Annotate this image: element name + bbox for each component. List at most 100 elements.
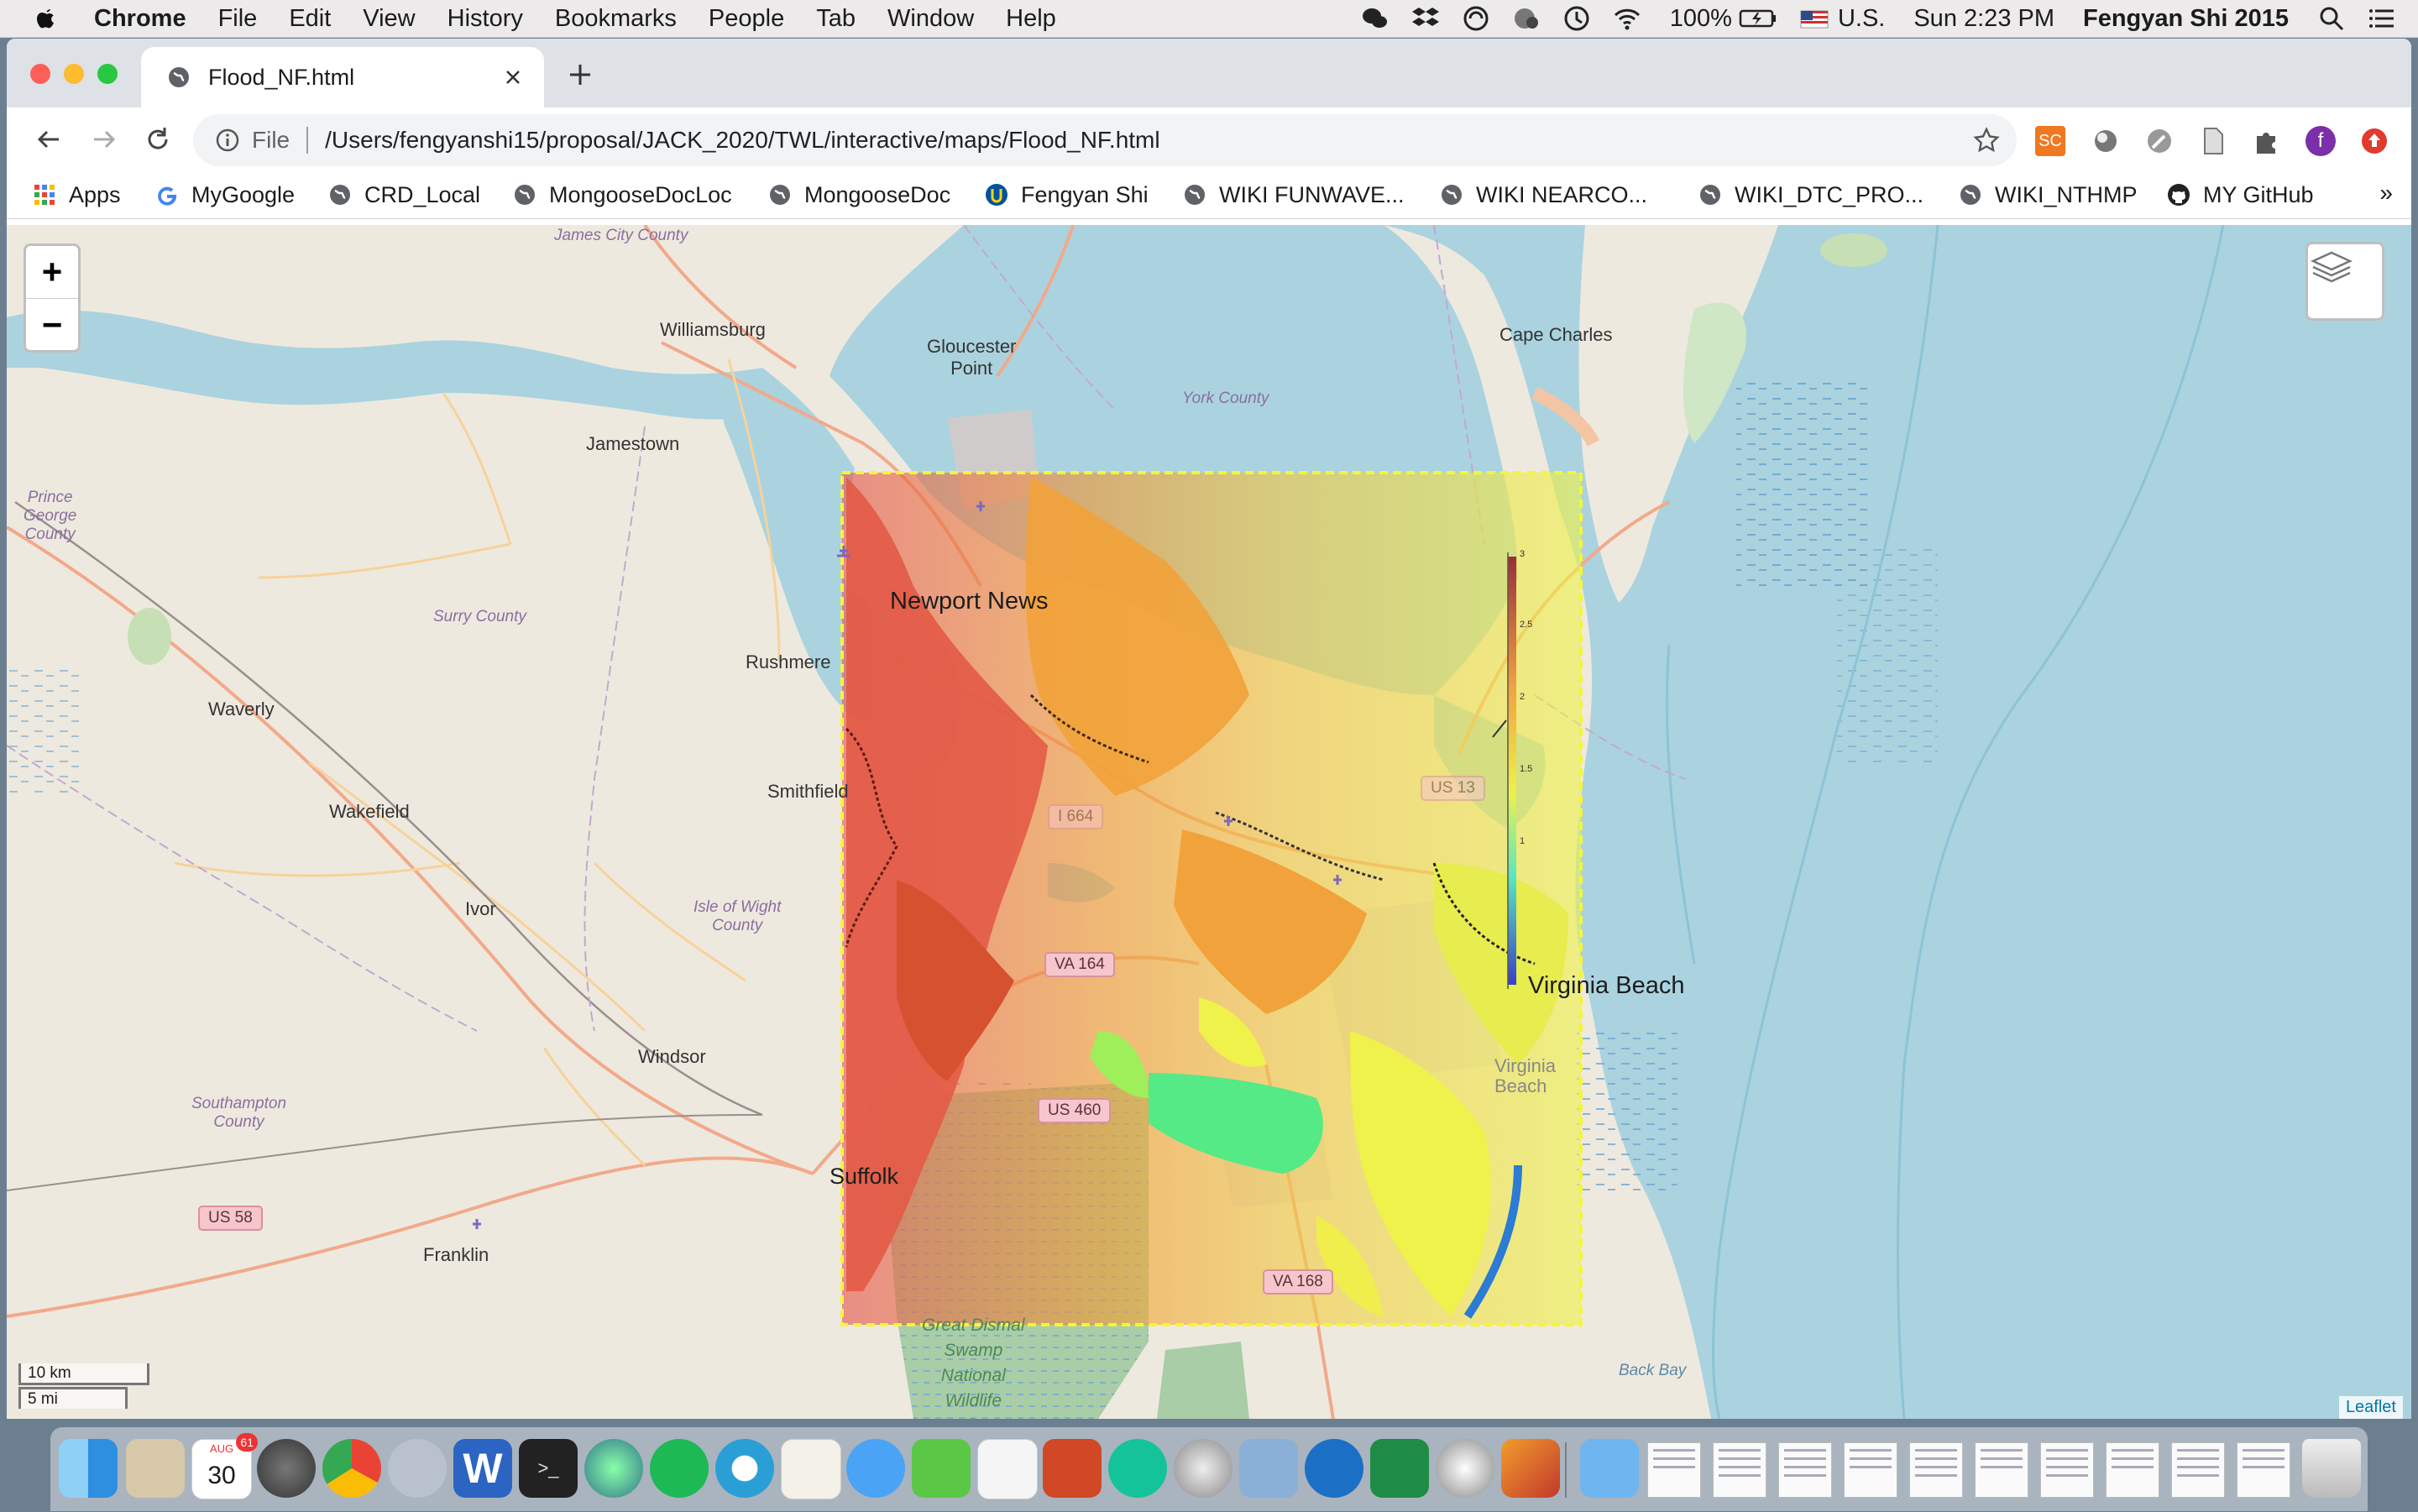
bookmark-wiki-dtc-pro[interactable]: WIKI_DTC_PRO... [1698, 178, 1923, 212]
terminal-icon[interactable]: >_ [519, 1439, 578, 1498]
tab-flood-nf[interactable]: Flood_NF.html [141, 47, 544, 107]
dropbox-status-icon[interactable] [1411, 4, 1440, 33]
new-tab-plus-icon[interactable] [568, 62, 593, 87]
menu-people[interactable]: People [709, 5, 784, 33]
grammarly-icon[interactable] [1108, 1439, 1167, 1498]
extension-pen-icon[interactable] [2144, 126, 2175, 156]
bookmark-fengyan-shi[interactable]: Fengyan Shi [984, 178, 1149, 212]
menu-help[interactable]: Help [1006, 5, 1056, 33]
back-arrow-icon[interactable] [34, 124, 64, 154]
profile-avatar[interactable]: f [2305, 126, 2336, 156]
zoom-in-button[interactable]: + [26, 246, 78, 299]
globe-lock-icon[interactable] [584, 1439, 643, 1498]
update-alert-icon[interactable] [2359, 126, 2389, 156]
dock-document-thumbnail[interactable] [1647, 1442, 1701, 1498]
powerpoint-icon[interactable] [1043, 1439, 1102, 1498]
site-info-icon[interactable] [215, 128, 240, 153]
menu-chrome[interactable]: Chrome [94, 5, 186, 33]
globe-icon [1700, 185, 1720, 205]
reload-icon[interactable] [143, 124, 173, 154]
spotify-icon[interactable] [650, 1439, 709, 1498]
tab-close-icon[interactable] [504, 68, 522, 86]
dock-document-thumbnail[interactable] [1778, 1442, 1832, 1498]
leaflet-map[interactable]: James City County Williamsburg Glouceste… [7, 225, 2411, 1419]
finder-icon[interactable] [59, 1439, 118, 1498]
downloads-folder-icon[interactable] [1580, 1439, 1639, 1498]
menu-history[interactable]: History [447, 5, 523, 33]
excel-icon[interactable] [1370, 1439, 1429, 1498]
wechat-status-icon[interactable] [1361, 4, 1390, 33]
sync-app-icon[interactable] [715, 1439, 774, 1498]
sync-status-icon[interactable] [1462, 4, 1490, 33]
battery-icon[interactable] [1739, 4, 1777, 33]
layers-control-button[interactable] [2305, 242, 2384, 321]
notification-center-icon[interactable] [2368, 4, 2396, 33]
window-close-button[interactable] [30, 64, 50, 84]
dock-document-thumbnail[interactable] [1975, 1442, 2028, 1498]
menu-file[interactable]: File [218, 5, 258, 33]
battery-percent[interactable]: 100% [1670, 5, 1732, 33]
bookmark-wiki-nthmp[interactable]: WIKI_NTHMP [1958, 178, 2138, 212]
matlab-icon[interactable] [1501, 1439, 1560, 1498]
disk-utility-icon[interactable] [1436, 1439, 1494, 1498]
bookmark-wiki-nearco[interactable]: WIKI NEARCO... [1439, 178, 1647, 212]
system-preferences-icon[interactable] [257, 1439, 316, 1498]
bookmark-crd-local[interactable]: CRD_Local [327, 178, 480, 212]
dock-document-thumbnail[interactable] [2106, 1442, 2159, 1498]
menu-bookmarks[interactable]: Bookmarks [555, 5, 677, 33]
bookmarks-overflow-chevron[interactable]: » [2379, 180, 2393, 207]
bookmark-mongoosedoc[interactable]: MongooseDoc [767, 178, 950, 212]
wechat-icon[interactable] [912, 1439, 971, 1498]
map-label-waverly: Waverly [208, 698, 275, 719]
acrobat-icon[interactable] [977, 1439, 1038, 1499]
trash-icon[interactable] [2302, 1439, 2361, 1498]
sc-extension-icon[interactable]: SC [2035, 126, 2065, 156]
forward-arrow-icon[interactable] [89, 124, 119, 154]
chrome-icon[interactable] [322, 1439, 381, 1498]
launchpad-rocket-icon[interactable] [388, 1439, 447, 1498]
bookmark-my-github[interactable]: MY GitHub [2166, 178, 2314, 212]
bookmark-wiki-funwave[interactable]: WIKI FUNWAVE... [1182, 178, 1405, 212]
extension-circle-icon[interactable] [2091, 126, 2121, 156]
menu-edit[interactable]: Edit [289, 5, 331, 33]
dock-document-thumbnail[interactable] [2040, 1442, 2094, 1498]
bookmark-mygoogle[interactable]: MyGoogle [154, 178, 295, 212]
window-minimize-button[interactable] [64, 64, 84, 84]
extensions-puzzle-icon[interactable] [2252, 126, 2282, 156]
bookmark-mongoosedocloc[interactable]: MongooseDocLoc [512, 178, 732, 212]
dock-document-thumbnail[interactable] [2237, 1442, 2290, 1498]
word-icon[interactable]: W [453, 1439, 512, 1498]
time-machine-icon[interactable] [1562, 4, 1591, 33]
tex-icon[interactable] [1174, 1439, 1233, 1498]
calendar-icon[interactable]: AUG 30 61 [191, 1433, 258, 1499]
us-flag-icon[interactable] [1799, 4, 1829, 33]
bookmark-star-icon[interactable] [1973, 127, 2000, 154]
dock-document-thumbnail[interactable] [2171, 1442, 2225, 1498]
dock-document-thumbnail[interactable] [1909, 1442, 1963, 1498]
wifi-icon[interactable] [1613, 4, 1641, 33]
image-capture-icon[interactable] [1239, 1439, 1298, 1498]
address-bar[interactable]: File /Users/fengyanshi15/proposal/JACK_2… [193, 114, 2017, 166]
extension-page-icon[interactable] [2198, 126, 2228, 156]
menu-window[interactable]: Window [887, 5, 974, 33]
preview-eagle-icon[interactable] [126, 1439, 185, 1498]
quicktime-icon[interactable] [1305, 1439, 1363, 1498]
url-text[interactable]: /Users/fengyanshi15/proposal/JACK_2020/T… [325, 127, 1159, 154]
bookmark-apps[interactable]: Apps [32, 178, 121, 212]
menubar-clock[interactable]: Sun 2:23 PM [1913, 5, 2054, 33]
window-zoom-button[interactable] [97, 64, 118, 84]
user-account-menu[interactable]: Fengyan Shi 2015 [2083, 5, 2289, 33]
messages-icon[interactable] [846, 1439, 905, 1498]
input-source-label[interactable]: U.S. [1838, 5, 1885, 33]
vpn-status-icon[interactable] [1512, 4, 1541, 33]
dock-document-thumbnail[interactable] [1844, 1442, 1897, 1498]
menu-tab[interactable]: Tab [816, 5, 856, 33]
textedit-icon[interactable] [781, 1439, 841, 1499]
spotlight-search-icon[interactable] [2317, 4, 2346, 33]
leaflet-attribution-link[interactable]: Leaflet [2338, 1396, 2403, 1419]
menu-view[interactable]: View [363, 5, 415, 33]
apple-menu-icon[interactable] [32, 4, 60, 33]
browser-toolbar: File /Users/fengyanshi15/proposal/JACK_2… [7, 107, 2411, 173]
zoom-out-button[interactable]: − [26, 299, 78, 351]
dock-document-thumbnail[interactable] [1713, 1442, 1766, 1498]
